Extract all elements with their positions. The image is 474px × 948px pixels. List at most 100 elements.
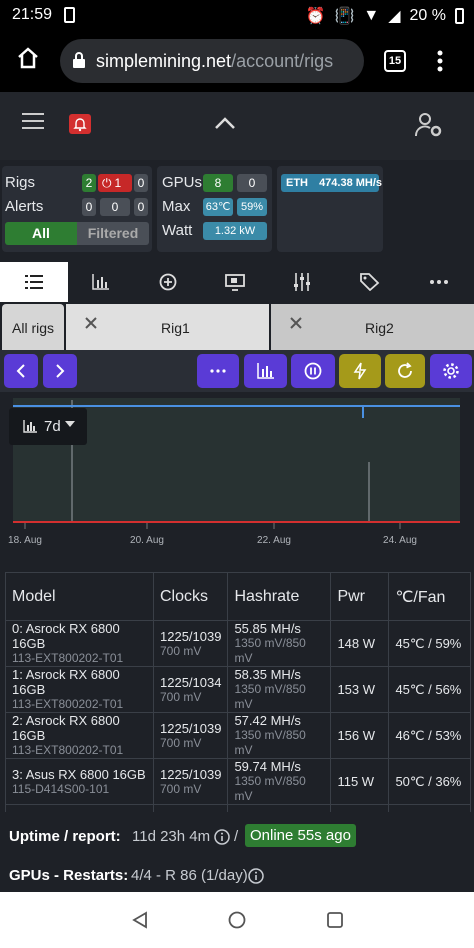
prev-button[interactable] (4, 354, 38, 388)
max-fan-badge: 59% (237, 198, 267, 216)
col-hashrate[interactable]: Hashrate (227, 572, 332, 621)
filter-all-button[interactable]: All (5, 222, 77, 245)
rigs-down-badge[interactable]: ⏻ 1 (98, 174, 132, 192)
home-icon[interactable] (16, 46, 40, 70)
address-bar[interactable]: simplemining.net/account/rigs (60, 39, 364, 83)
x-tick-label: 18. Aug (8, 535, 42, 546)
gpus-other-badge[interactable]: 0 (237, 174, 267, 192)
bar-chart-icon (256, 363, 275, 379)
coin-hashrate: 474.38 MH/s (319, 177, 383, 189)
power-button[interactable] (339, 354, 381, 388)
range-label: 7d (44, 418, 61, 435)
chevron-right-icon (55, 363, 65, 379)
gpu-temp-fan: 46℃ / 53% (388, 712, 471, 759)
menu-icon[interactable] (22, 112, 44, 130)
eth-hashrate-badge: ETH 474.38 MH/s (281, 174, 383, 192)
battery-level: 20 % (409, 7, 446, 24)
tab-stats[interactable] (68, 262, 134, 302)
tab-rig1[interactable]: Rig1 (66, 304, 269, 350)
max-label: Max (162, 198, 191, 215)
online-status-badge: Online 55s ago (245, 824, 356, 847)
gpu-model: 3: Asus RX 6800 16GB (12, 766, 146, 782)
more-actions-button[interactable] (197, 354, 239, 388)
back-icon[interactable] (131, 911, 149, 929)
url-path: /account/rigs (231, 50, 334, 71)
alarm-icon: ⏰ (305, 8, 326, 25)
max-temp-badge: 63℃ (203, 198, 233, 216)
bar-chart-icon (92, 274, 110, 290)
table-row[interactable]: 3: Asus RX 6800 16GB 115-D414S00-101 1225… (5, 758, 471, 805)
recents-icon[interactable] (326, 911, 344, 929)
gpu-model: 0: Asrock RX 6800 16GB (12, 621, 120, 651)
filter-filtered-button[interactable]: Filtered (77, 222, 149, 245)
gpu-mem-voltage: 1350 mV/850 mV (234, 636, 306, 665)
gpu-mem-voltage: 1350 mV/850 mV (234, 682, 306, 711)
x-tick-label: 22. Aug (257, 535, 291, 546)
tab-list[interactable] (0, 262, 68, 302)
wifi-icon: ▼ (363, 7, 380, 24)
gpu-model: 1: Asrock RX 6800 16GB (12, 667, 120, 697)
col-clocks[interactable]: Clocks (152, 572, 229, 621)
app-header (0, 92, 474, 160)
gpus-label: GPUs (162, 174, 203, 191)
user-settings-icon[interactable] (414, 112, 444, 138)
refresh-icon (396, 362, 414, 380)
notification-bell-icon[interactable] (69, 114, 91, 134)
rigs-ok-badge[interactable]: 2 (82, 174, 96, 192)
power-icon: ⏻ (102, 176, 112, 190)
table-row[interactable]: 0: Asrock RX 6800 16GB 113-EXT800202-T01 … (5, 620, 471, 667)
gpu-clocks: 1225/1034 (160, 674, 222, 690)
alert-badge[interactable]: 0 (100, 198, 130, 216)
gpu-model: 2: Asrock RX 6800 16GB (12, 713, 120, 743)
alert-badge[interactable]: 0 (82, 198, 96, 216)
separator: / (234, 828, 239, 845)
more-vert-icon[interactable] (436, 50, 444, 72)
table-row[interactable]: 1: Asrock RX 6800 16GB 113-EXT800202-T01 … (5, 666, 471, 713)
col-model[interactable]: Model (5, 572, 154, 621)
table-row[interactable]: 2: Asrock RX 6800 16GB 113-EXT800202-T01 … (5, 712, 471, 759)
browser-toolbar: simplemining.net/account/rigs 15 (0, 30, 474, 92)
info-icon[interactable] (248, 868, 264, 884)
table-header-row: Model Clocks Hashrate Pwr ℃/Fan (5, 572, 471, 621)
gpu-table: Model Clocks Hashrate Pwr ℃/Fan 0: Asroc… (5, 572, 471, 842)
hashrate-chart: 18. Aug 20. Aug 22. Aug 24. Aug 7d (0, 392, 474, 558)
gpus-ok-badge[interactable]: 8 (203, 174, 233, 192)
gpu-temp-fan: 45℃ / 56% (388, 666, 471, 713)
next-button[interactable] (43, 354, 77, 388)
gpu-clocks: 1225/1039 (160, 720, 222, 736)
collapse-chevron-icon[interactable] (214, 116, 236, 130)
alert-badge[interactable]: 0 (134, 198, 148, 216)
tab-switcher-button[interactable]: 15 (384, 50, 406, 72)
gpu-hashrate: 59.74 MH/s (234, 759, 301, 774)
tab-all-rigs[interactable]: All rigs (2, 304, 64, 350)
tab-more[interactable] (404, 262, 474, 302)
tab-tune[interactable] (268, 262, 336, 302)
tab-tags[interactable] (336, 262, 404, 302)
gpu-temp-fan: 50℃ / 36% (388, 758, 471, 805)
uptime-value: 11d 23h 4m (132, 828, 211, 845)
stats-button[interactable] (244, 354, 287, 388)
range-selector[interactable]: 7d (9, 408, 87, 445)
reboot-button[interactable] (385, 354, 425, 388)
col-power[interactable]: Pwr (330, 572, 390, 621)
gpus-restarts-value: 4/4 - R 86 (1/day) (131, 867, 248, 884)
pause-circle-icon (304, 362, 322, 380)
tab-add[interactable] (134, 262, 202, 302)
gpu-clocks: 1225/1039 (160, 628, 222, 644)
chevron-left-icon (16, 363, 26, 379)
pause-button[interactable] (291, 354, 335, 388)
close-icon[interactable] (290, 317, 302, 329)
gpu-voltage: 700 mV (160, 643, 202, 658)
more-horiz-icon (210, 369, 226, 373)
settings-button[interactable] (430, 354, 472, 388)
col-temp-fan[interactable]: ℃/Fan (388, 572, 471, 621)
close-icon[interactable] (85, 317, 97, 329)
tab-rig2[interactable]: Rig2 (271, 304, 474, 350)
gpu-hashrate: 55.85 MH/s (234, 621, 301, 636)
tab-monitor[interactable] (202, 262, 268, 302)
rig-tabs: All rigs Rig1 Rig2 (0, 302, 474, 350)
rigs-other-badge[interactable]: 0 (134, 174, 148, 192)
home-circle-icon[interactable] (228, 911, 246, 929)
info-icon[interactable] (214, 829, 230, 845)
gpu-bios: 113-EXT800202-T01 (12, 651, 124, 665)
